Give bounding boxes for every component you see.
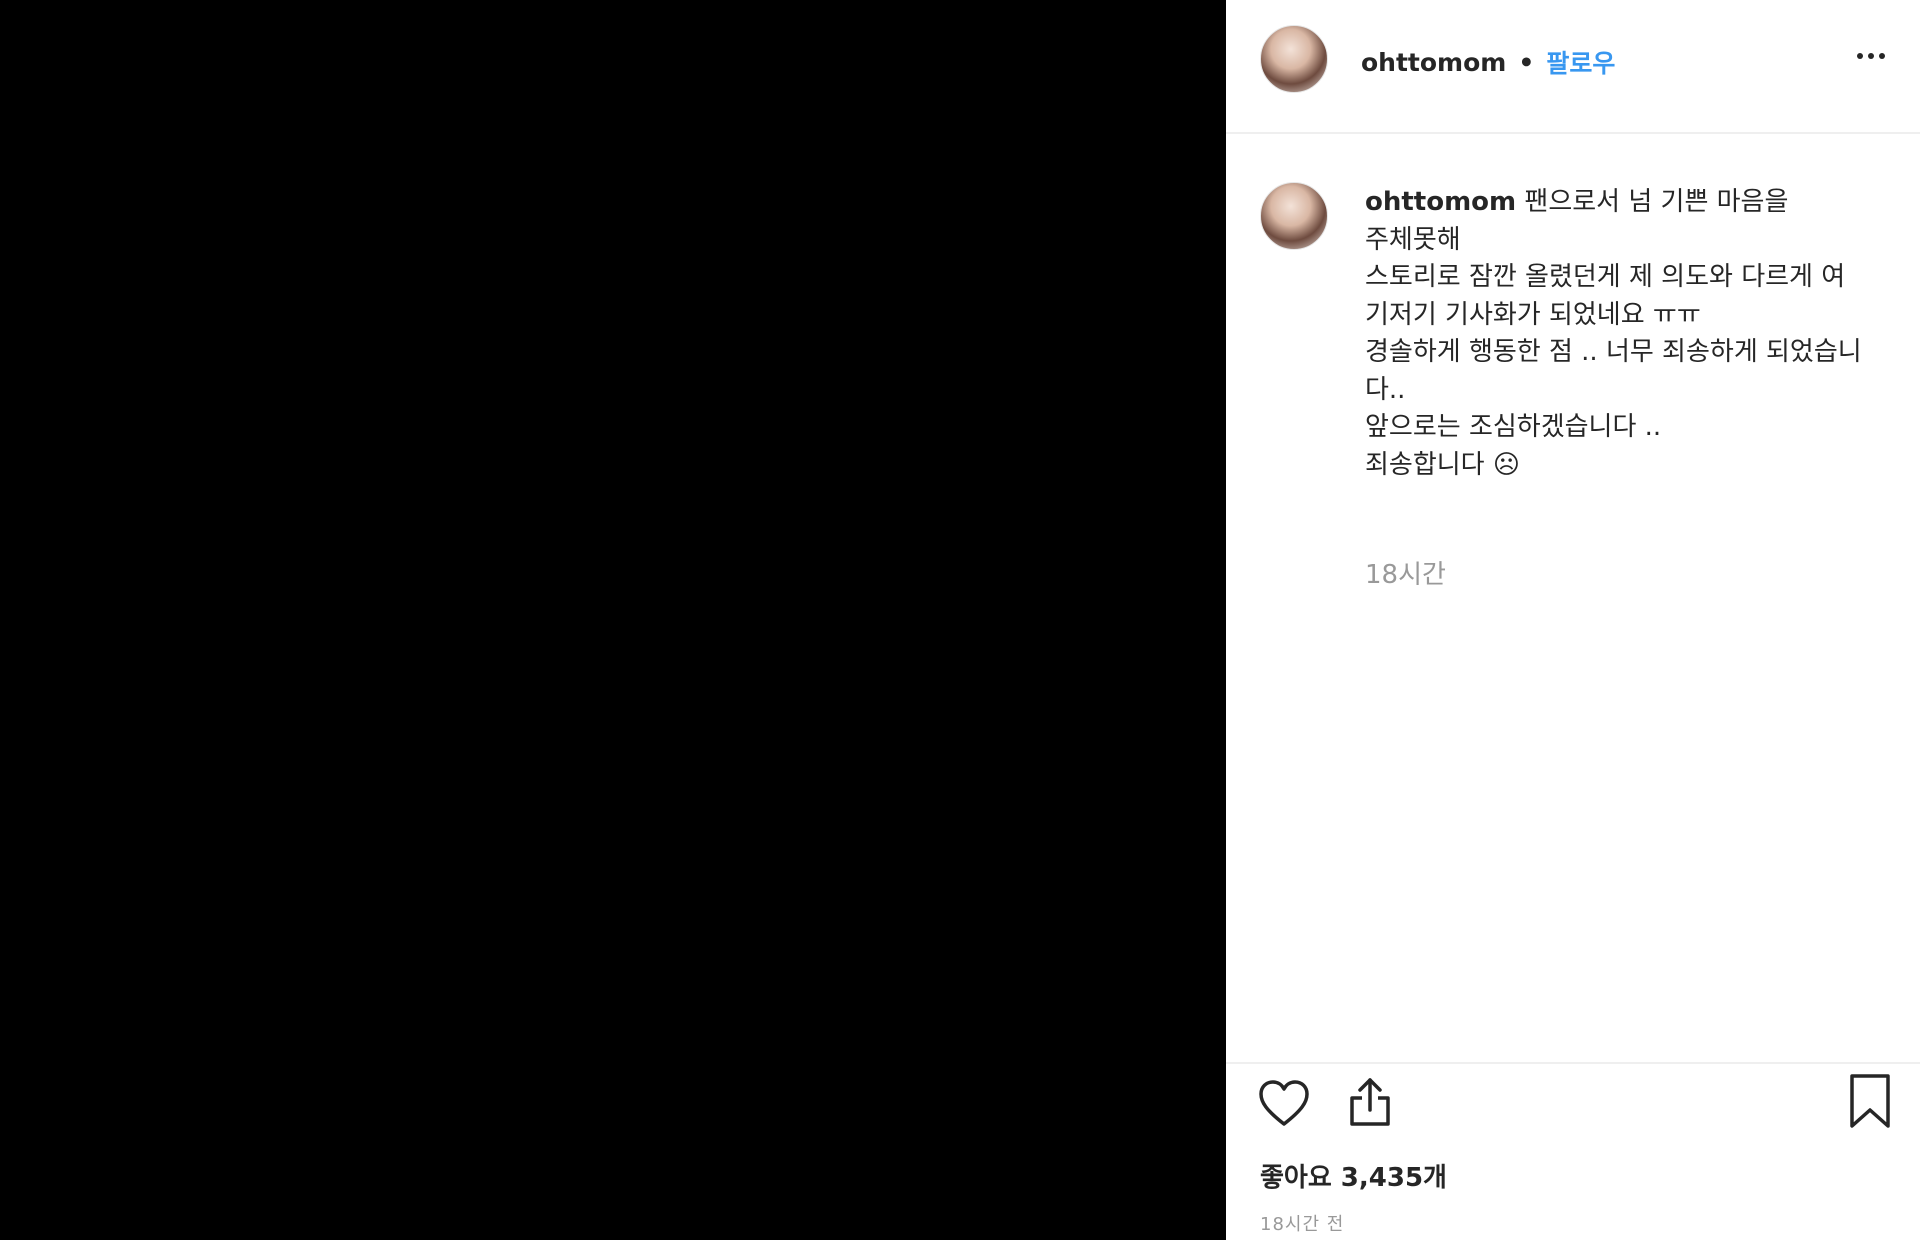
bookmark-icon[interactable] bbox=[1844, 1072, 1896, 1132]
share-icon[interactable] bbox=[1342, 1074, 1398, 1130]
caption-username[interactable]: ohttomom bbox=[1365, 187, 1516, 217]
header-user: ohttomom • 팔로우 bbox=[1361, 44, 1615, 80]
avatar[interactable] bbox=[1260, 182, 1328, 250]
separator-dot: • bbox=[1518, 47, 1535, 77]
caption-body: 팬으로서 넘 기쁜 마음을 주체못해 스토리로 잠깐 올렸던게 제 의도와 다르… bbox=[1365, 187, 1862, 480]
heart-icon[interactable] bbox=[1256, 1076, 1312, 1132]
more-options-icon[interactable] bbox=[1846, 36, 1896, 76]
avatar[interactable] bbox=[1260, 25, 1328, 93]
posted-time[interactable]: 18시간 전 bbox=[1260, 1210, 1344, 1236]
follow-button[interactable]: 팔로우 bbox=[1546, 44, 1615, 80]
post-header: ohttomom • 팔로우 bbox=[1226, 0, 1920, 134]
caption-text: ohttomom 팬으로서 넘 기쁜 마음을 주체못해 스토리로 잠깐 올렸던게… bbox=[1365, 184, 1865, 484]
likes-count[interactable]: 좋아요 3,435개 bbox=[1260, 1157, 1447, 1194]
caption-time[interactable]: 18시간 bbox=[1365, 554, 1446, 591]
post-side-panel: ohttomom • 팔로우 ohttomom 팬으로서 넘 기쁜 마음을 주체… bbox=[1226, 0, 1920, 1240]
post-media[interactable] bbox=[0, 0, 1226, 1240]
header-username[interactable]: ohttomom bbox=[1361, 48, 1506, 77]
action-bar bbox=[1226, 1062, 1920, 1142]
